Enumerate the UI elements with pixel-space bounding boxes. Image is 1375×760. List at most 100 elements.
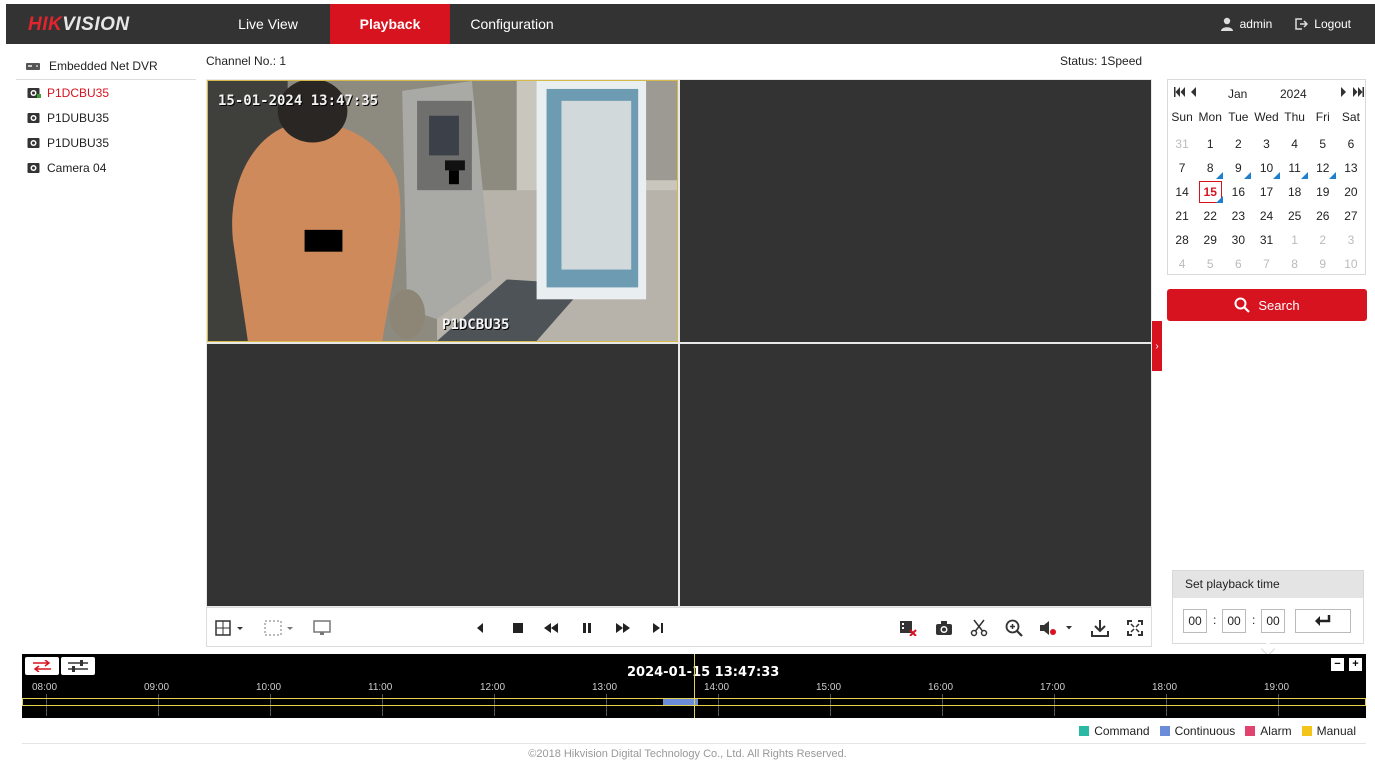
calendar-day[interactable]: 7 <box>1168 156 1196 180</box>
next-year-icon[interactable] <box>1352 87 1364 97</box>
camera-item-2[interactable]: P1DUBU35 <box>16 105 196 130</box>
calendar-day[interactable]: 1 <box>1281 228 1309 252</box>
audio-button[interactable] <box>1037 617 1077 639</box>
confirm-time-button[interactable] <box>1295 609 1351 633</box>
calendar-day[interactable]: 11 <box>1281 156 1309 180</box>
timeline-mode-button-2[interactable] <box>61 657 95 675</box>
video-pane-4[interactable] <box>680 344 1151 606</box>
prev-month-icon[interactable] <box>1190 87 1198 97</box>
calendar-day[interactable]: 8 <box>1281 252 1309 276</box>
calendar-day[interactable]: 3 <box>1337 228 1365 252</box>
calendar-day[interactable]: 1 <box>1196 132 1224 156</box>
next-month-icon[interactable] <box>1339 87 1347 97</box>
digital-zoom-button[interactable] <box>1003 617 1025 639</box>
clip-button[interactable] <box>968 617 990 639</box>
logout-icon <box>1295 18 1309 30</box>
timeline-zoom-in-button[interactable]: + <box>1349 658 1362 671</box>
timeline-hour-label: 18:00 <box>1152 682 1178 693</box>
calendar-day[interactable]: 29 <box>1196 228 1224 252</box>
calendar-day[interactable]: 8 <box>1196 156 1224 180</box>
user-menu[interactable]: admin <box>1220 17 1272 31</box>
calendar-day[interactable]: 15 <box>1196 180 1224 204</box>
calendar-day[interactable]: 31 <box>1168 132 1196 156</box>
calendar-day[interactable]: 5 <box>1196 252 1224 276</box>
calendar-day[interactable]: 20 <box>1337 180 1365 204</box>
calendar-day[interactable]: 18 <box>1281 180 1309 204</box>
calendar-day[interactable]: 6 <box>1224 252 1252 276</box>
hikvision-logo: HIKVISION <box>28 14 130 35</box>
calendar-day[interactable]: 17 <box>1252 180 1280 204</box>
calendar-day[interactable]: 7 <box>1252 252 1280 276</box>
timeline-zoom-out-button[interactable]: − <box>1331 658 1344 671</box>
calendar-day[interactable]: 4 <box>1281 132 1309 156</box>
calendar-day[interactable]: 3 <box>1252 132 1280 156</box>
calendar-day[interactable]: 24 <box>1252 204 1280 228</box>
second-field[interactable]: 00 <box>1261 609 1285 633</box>
display-mode-button[interactable] <box>311 617 333 639</box>
video-pane-3[interactable] <box>207 344 678 606</box>
capture-button[interactable] <box>933 617 955 639</box>
calendar-day[interactable]: 9 <box>1224 156 1252 180</box>
side-panel-toggle[interactable]: › <box>1152 321 1162 371</box>
fullscreen-button[interactable] <box>1124 617 1146 639</box>
calendar-day[interactable]: 10 <box>1337 252 1365 276</box>
camera-item-1[interactable]: P1DCBU35 <box>16 80 196 105</box>
slow-button[interactable] <box>540 617 562 639</box>
calendar-day[interactable]: 19 <box>1309 180 1337 204</box>
calendar-day[interactable]: 4 <box>1168 252 1196 276</box>
calendar-day[interactable]: 28 <box>1168 228 1196 252</box>
timeline-cursor[interactable] <box>694 654 695 718</box>
calendar-day[interactable]: 14 <box>1168 180 1196 204</box>
calendar-day[interactable]: 30 <box>1224 228 1252 252</box>
playback-timeline[interactable]: 2024-01-15 13:47:33 − + 08:00 09:00 10:00 1… <box>22 654 1366 718</box>
camera-item-4[interactable]: Camera 04 <box>16 155 196 180</box>
hour-field[interactable]: 00 <box>1183 609 1207 633</box>
calendar-day[interactable]: 2 <box>1224 132 1252 156</box>
tab-configuration[interactable]: Configuration <box>456 4 568 44</box>
calendar-day[interactable]: 12 <box>1309 156 1337 180</box>
calendar-day[interactable]: 25 <box>1281 204 1309 228</box>
calendar-year[interactable]: 2024 <box>1280 87 1307 101</box>
video-pane-1[interactable]: 15-01-2024 13:47:35 P1DCBU35 <box>207 80 678 342</box>
minute-field[interactable]: 00 <box>1222 609 1246 633</box>
tab-live-view[interactable]: Live View <box>218 4 318 44</box>
stop-button[interactable] <box>507 617 529 639</box>
calendar-day[interactable]: 10 <box>1252 156 1280 180</box>
stop-all-button[interactable] <box>261 617 297 639</box>
download-button[interactable] <box>1089 617 1111 639</box>
calendar-day[interactable]: 22 <box>1196 204 1224 228</box>
calendar-day[interactable]: 6 <box>1337 132 1365 156</box>
calendar-day[interactable]: 9 <box>1309 252 1337 276</box>
calendar-month[interactable]: Jan <box>1228 87 1247 101</box>
calendar-day[interactable]: 31 <box>1252 228 1280 252</box>
calendar-day[interactable]: 23 <box>1224 204 1252 228</box>
pause-button[interactable] <box>576 617 598 639</box>
calendar-day[interactable]: 16 <box>1224 180 1252 204</box>
stop-recording-button[interactable] <box>897 617 919 639</box>
calendar-day[interactable]: 21 <box>1168 204 1196 228</box>
device-node[interactable]: Embedded Net DVR <box>16 52 196 80</box>
fast-button[interactable] <box>612 617 634 639</box>
continuous-recording-segment[interactable] <box>663 699 698 705</box>
legend-command: Command <box>1079 724 1150 738</box>
calendar-day-number: 23 <box>1231 209 1246 223</box>
calendar-day[interactable]: 2 <box>1309 228 1337 252</box>
prev-year-icon[interactable] <box>1174 87 1186 97</box>
calendar-day[interactable]: 27 <box>1337 204 1365 228</box>
reverse-play-button[interactable] <box>469 617 491 639</box>
calendar-day[interactable]: 26 <box>1309 204 1337 228</box>
legend-swatch <box>1159 726 1170 736</box>
camera-item-3[interactable]: P1DUBU35 <box>16 130 196 155</box>
calendar-day-number: 26 <box>1316 209 1330 223</box>
calendar-day[interactable]: 5 <box>1309 132 1337 156</box>
legend-label: Alarm <box>1260 724 1292 738</box>
search-button[interactable]: Search <box>1167 289 1367 321</box>
dvr-icon <box>26 62 40 70</box>
single-frame-button[interactable] <box>647 617 669 639</box>
video-pane-2[interactable] <box>680 80 1151 342</box>
tab-playback[interactable]: Playback <box>330 4 450 44</box>
calendar-day[interactable]: 13 <box>1337 156 1365 180</box>
timeline-mode-button-1[interactable] <box>25 657 59 675</box>
window-layout-button[interactable] <box>213 617 247 639</box>
logout-button[interactable]: Logout <box>1294 17 1351 31</box>
